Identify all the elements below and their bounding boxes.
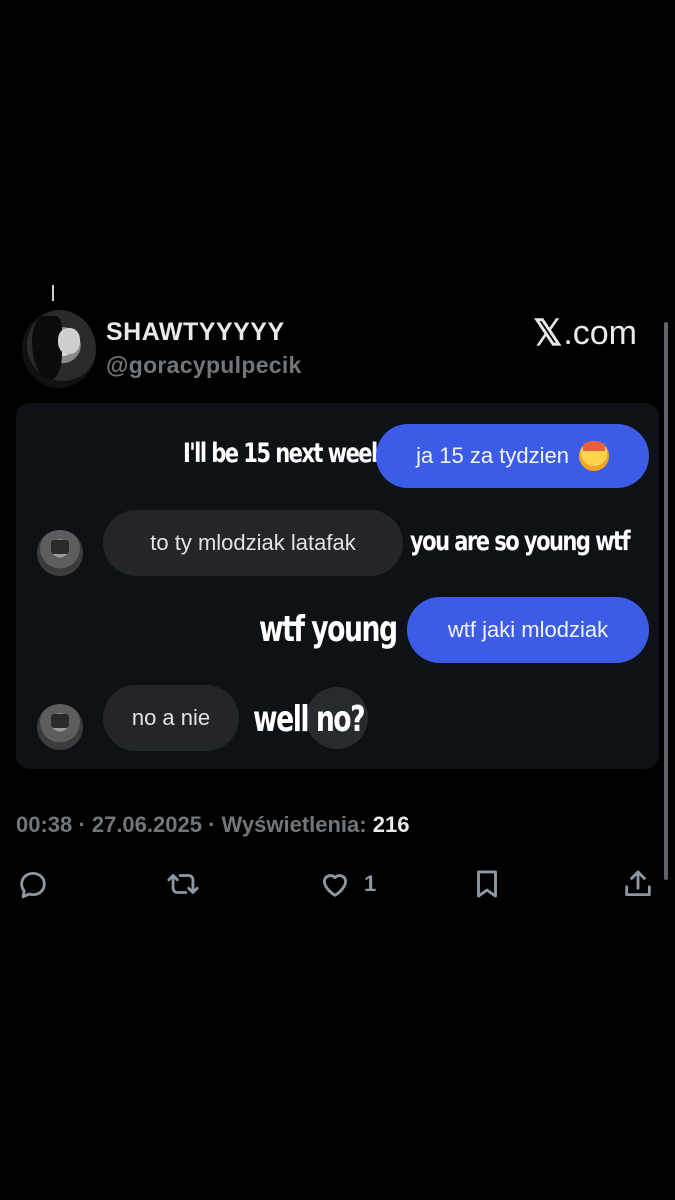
action-bar: 1 xyxy=(0,864,675,904)
overlay-caption: well no? xyxy=(253,699,366,740)
message-bubble-incoming: no a nie xyxy=(103,685,239,751)
profile-avatar[interactable] xyxy=(22,310,96,388)
message-text: no a nie xyxy=(131,705,211,730)
share-button[interactable] xyxy=(621,864,655,904)
overlay-caption: wtf young xyxy=(259,609,398,650)
post-metadata: 00:38 · 27.06.2025 · Wyświetlenia: 216 xyxy=(16,812,409,838)
exploding-head-icon xyxy=(578,441,609,471)
message-text: wtf jaki mlodziak xyxy=(447,617,609,642)
meta-separator: · xyxy=(72,812,92,837)
bookmark-icon xyxy=(477,870,497,898)
overlay-caption: you are so young wtf xyxy=(410,526,631,557)
x-logo-icon: 𝕏 xyxy=(533,312,563,353)
reply-button[interactable] xyxy=(16,864,50,904)
message-bubble-outgoing: ja 15 za tydzien xyxy=(376,424,649,488)
overlay-caption: I'll be 15 next week xyxy=(183,438,385,469)
sender-avatar xyxy=(37,530,83,576)
retweet-button[interactable] xyxy=(166,864,200,904)
scrollbar[interactable] xyxy=(664,322,668,880)
post-date: 27.06.2025 xyxy=(91,812,202,837)
share-icon xyxy=(625,870,651,897)
message-bubble-incoming: to ty mlodziak latafak xyxy=(103,510,403,576)
display-name[interactable]: SHAWTYYYYY xyxy=(106,318,285,347)
reply-icon xyxy=(20,871,46,899)
message-bubble-outgoing: wtf jaki mlodziak xyxy=(407,597,649,663)
meta-separator: · xyxy=(201,812,222,837)
message-text: to ty mlodziak latafak xyxy=(150,530,356,555)
retweet-icon xyxy=(167,874,199,894)
message-text: ja 15 za tydzien xyxy=(416,443,569,468)
bookmark-button[interactable] xyxy=(470,864,504,904)
heart-icon xyxy=(322,874,348,897)
post-time: 00:38 xyxy=(16,812,73,837)
views-label: Wyświetlenia: xyxy=(221,812,367,837)
user-handle[interactable]: @goracypulpecik xyxy=(106,352,302,379)
text-caret xyxy=(52,285,54,301)
views-count: 216 xyxy=(372,812,410,837)
sender-avatar xyxy=(37,704,83,750)
brand-domain: .com xyxy=(563,313,637,352)
like-count: 1 xyxy=(364,871,377,896)
like-button[interactable]: 1 xyxy=(318,864,376,904)
brand-logo: 𝕏 .com xyxy=(533,312,637,354)
